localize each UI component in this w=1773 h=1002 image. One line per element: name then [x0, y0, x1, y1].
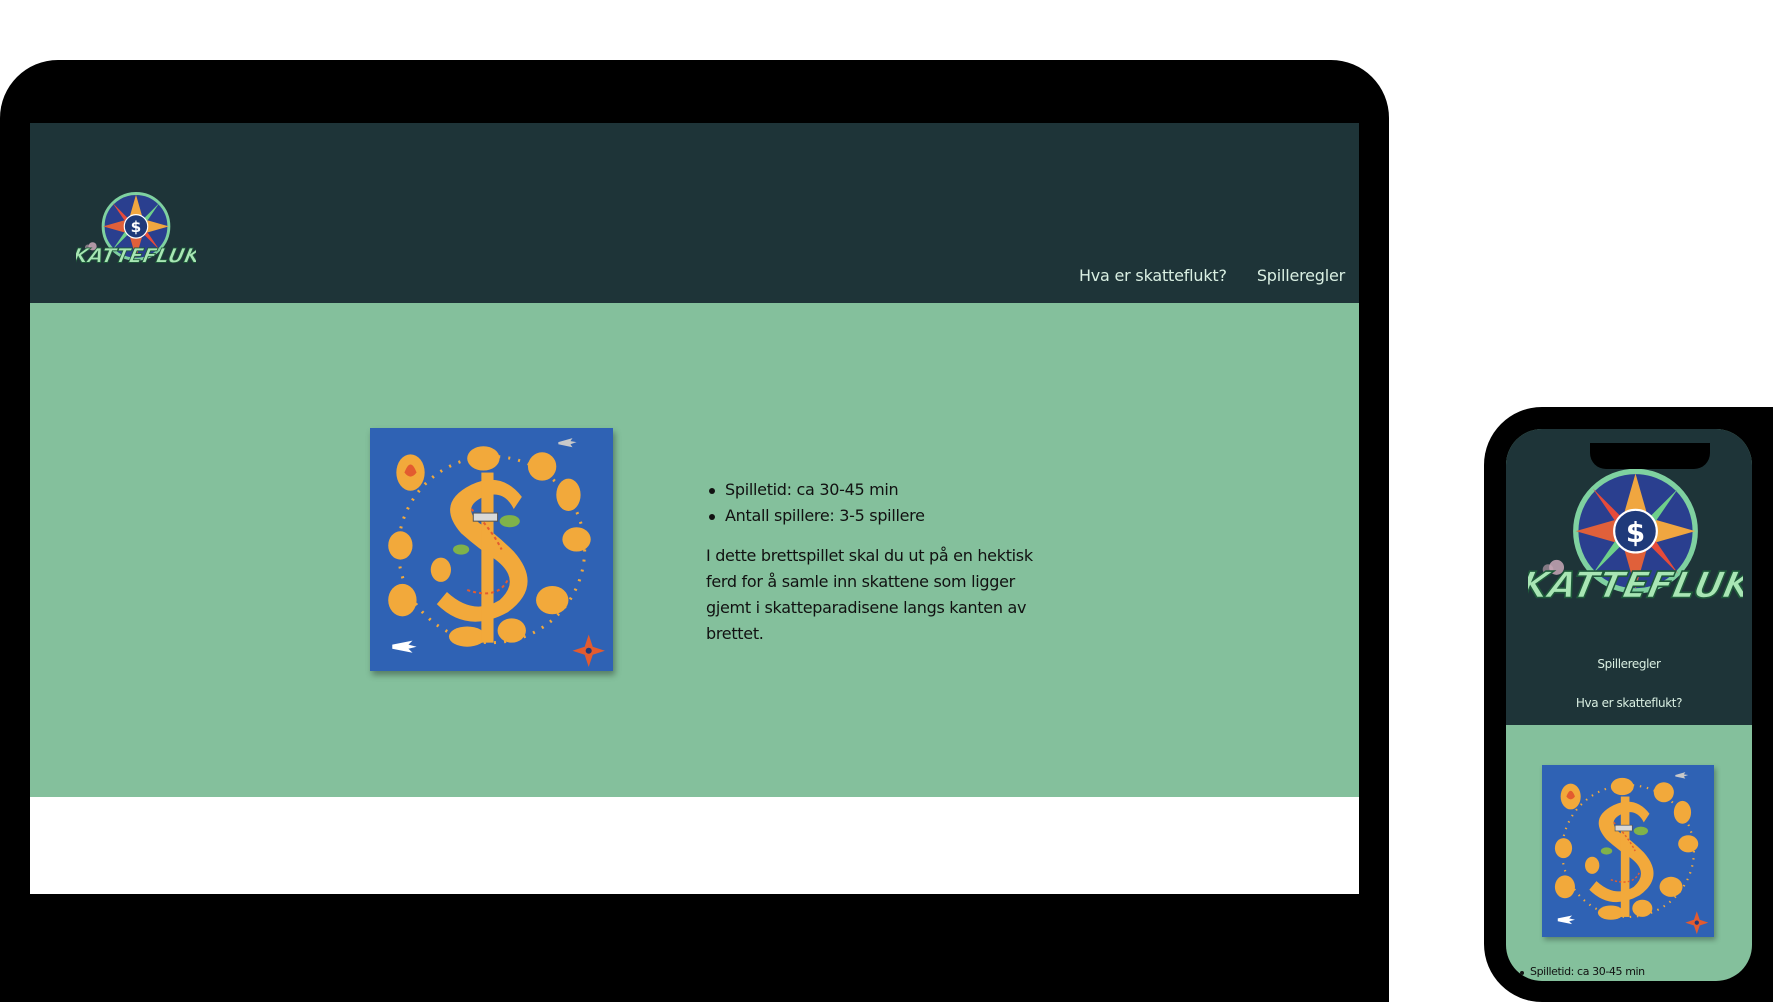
- mobile-facts-list: Spilletid: ca 30-45 min: [1518, 965, 1645, 978]
- game-info: Spilletid: ca 30-45 min Antall spillere:…: [706, 477, 1046, 647]
- list-item: Spilletid: ca 30-45 min: [706, 477, 1046, 503]
- treasure-map-board-icon: [370, 428, 613, 671]
- game-description: I dette brettspillet skal du ut på en he…: [706, 546, 1033, 643]
- page-footer: [30, 797, 1359, 894]
- main-nav: Hva er skatteflukt? Spilleregler: [1079, 266, 1345, 285]
- device-mockup-stage: Hva er skatteflukt? Spilleregler Spillet…: [0, 0, 1773, 1002]
- phone-screen: Spilleregler Hva er skatteflukt? Spillet…: [1506, 429, 1752, 981]
- compass-star-dollar-logo[interactable]: [1528, 465, 1743, 625]
- mobile-nav-link-hva-er-skatteflukt[interactable]: Hva er skatteflukt?: [1506, 696, 1752, 710]
- site-header: Hva er skatteflukt? Spilleregler: [30, 123, 1359, 303]
- tablet-frame: Hva er skatteflukt? Spilleregler Spillet…: [0, 60, 1389, 1002]
- phone-notch: [1590, 443, 1710, 469]
- compass-star-dollar-logo[interactable]: [76, 190, 196, 278]
- nav-link-hva-er-skatteflukt[interactable]: Hva er skatteflukt?: [1079, 266, 1227, 285]
- intro-section: Spilletid: ca 30-45 min Antall spillere:…: [30, 303, 1359, 797]
- mobile-nav-link-spilleregler[interactable]: Spilleregler: [1506, 657, 1752, 671]
- phone-frame: Spilleregler Hva er skatteflukt? Spillet…: [1484, 407, 1773, 1002]
- nav-link-spilleregler[interactable]: Spilleregler: [1257, 266, 1345, 285]
- list-item: Spilletid: ca 30-45 min: [1518, 965, 1645, 978]
- tablet-screen: Hva er skatteflukt? Spilleregler Spillet…: [30, 123, 1359, 894]
- list-item: Antall spillere: 3-5 spillere: [706, 503, 1046, 529]
- treasure-map-board-icon: [1542, 765, 1714, 937]
- facts-list: Spilletid: ca 30-45 min Antall spillere:…: [706, 477, 1046, 529]
- mobile-header: Spilleregler Hva er skatteflukt?: [1506, 429, 1752, 725]
